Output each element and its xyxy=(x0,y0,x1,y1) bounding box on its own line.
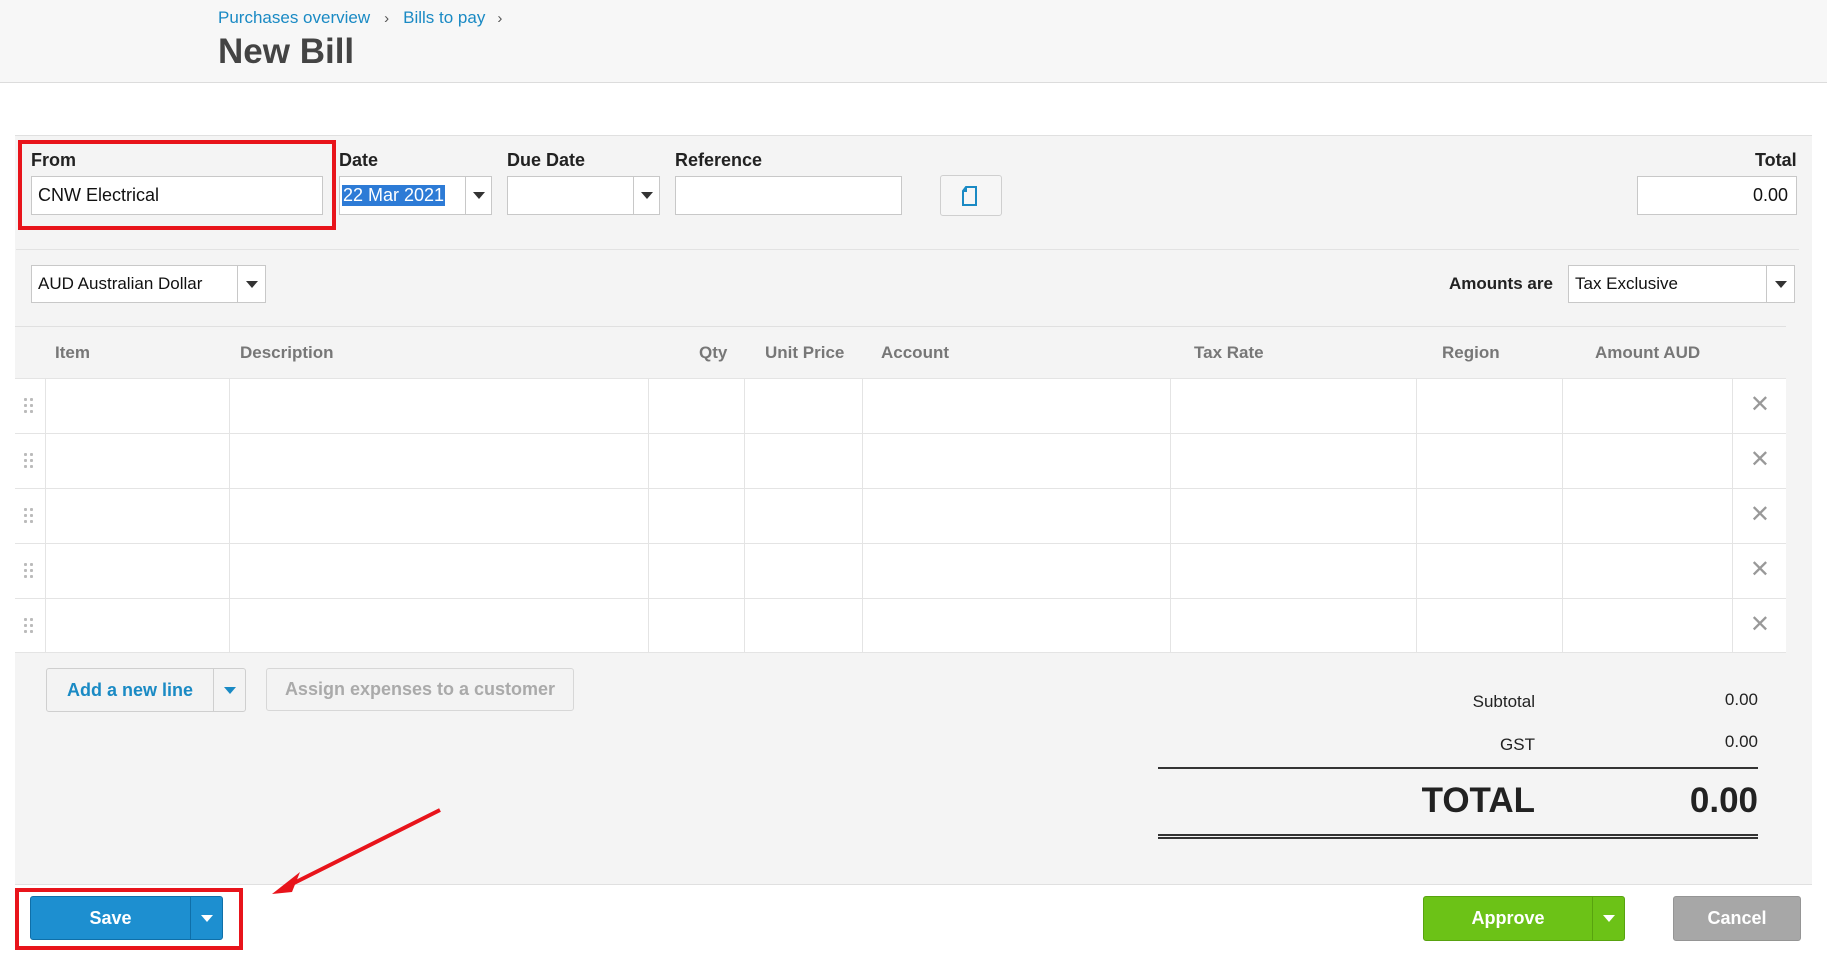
annotation-arrow xyxy=(272,808,441,894)
close-icon[interactable]: ✕ xyxy=(1750,503,1770,527)
drag-handle-icon[interactable] xyxy=(24,508,34,524)
drag-handle-icon[interactable] xyxy=(24,453,34,469)
add-line-options-button[interactable] xyxy=(213,669,245,711)
cancel-button[interactable]: Cancel xyxy=(1673,896,1801,941)
date-value: 22 Mar 2021 xyxy=(342,185,446,206)
grand-total-value: 0.00 xyxy=(1689,781,1758,820)
date-label: Date xyxy=(339,150,379,170)
due-date-field[interactable] xyxy=(507,176,660,215)
table-row[interactable]: ✕ xyxy=(15,543,1786,598)
approve-label: Approve xyxy=(1471,908,1545,928)
breadcrumb-separator: › xyxy=(497,9,503,27)
caret-down-icon xyxy=(1602,915,1615,922)
reference-field[interactable] xyxy=(675,176,902,215)
add-new-line-label: Add a new line xyxy=(66,679,194,700)
table-row[interactable]: ✕ xyxy=(15,433,1786,488)
table-row[interactable]: ✕ xyxy=(15,378,1786,433)
table-header: Item Description Qty Unit Price Account … xyxy=(15,326,1786,378)
add-new-line-button[interactable]: Add a new line xyxy=(46,668,246,712)
header-tax-rate: Tax Rate xyxy=(1194,343,1264,362)
gst-label: GST xyxy=(1500,735,1535,754)
total-label: Total xyxy=(1755,150,1797,170)
gst-value: 0.00 xyxy=(1724,732,1758,751)
table-row[interactable]: ✕ xyxy=(15,598,1786,653)
currency-value: AUD Australian Dollar xyxy=(38,274,203,293)
caret-down-icon xyxy=(472,192,485,199)
approve-options-button[interactable] xyxy=(1592,897,1624,940)
assign-expenses-label: Assign expenses to a customer xyxy=(284,679,556,699)
amounts-are-select[interactable]: Tax Exclusive xyxy=(1568,265,1795,303)
grand-total-label: TOTAL xyxy=(1421,781,1535,820)
caret-down-icon xyxy=(1774,280,1787,288)
reference-label: Reference xyxy=(675,150,763,170)
close-icon[interactable]: ✕ xyxy=(1750,613,1770,637)
annotation-highlight-save xyxy=(15,888,243,950)
breadcrumb-purchases-overview[interactable]: Purchases overview xyxy=(218,8,370,28)
page-title: New Bill xyxy=(218,32,355,71)
drag-handle-icon[interactable] xyxy=(24,398,34,414)
header-qty: Qty xyxy=(699,343,728,362)
header-unit-price: Unit Price xyxy=(765,343,845,362)
assign-expenses-button[interactable]: Assign expenses to a customer xyxy=(266,668,574,711)
divider xyxy=(16,249,1799,250)
subtotal-value: 0.00 xyxy=(1724,690,1758,709)
date-picker-button[interactable] xyxy=(465,177,491,214)
amounts-are-label: Amounts are xyxy=(1449,274,1553,293)
amounts-are-dropdown-button[interactable] xyxy=(1766,266,1794,302)
total-field[interactable]: 0.00 xyxy=(1637,176,1797,215)
cancel-label: Cancel xyxy=(1707,908,1767,928)
annotation-highlight-from xyxy=(18,140,336,230)
date-field[interactable]: 22 Mar 2021 xyxy=(339,176,492,215)
due-date-picker-button[interactable] xyxy=(633,177,659,214)
header-amount: Amount AUD xyxy=(1595,343,1701,362)
totals-double-rule xyxy=(1158,834,1758,839)
line-items-table: Item Description Qty Unit Price Account … xyxy=(15,326,1786,653)
breadcrumb-bills-to-pay[interactable]: Bills to pay xyxy=(403,8,485,28)
table-row[interactable]: ✕ xyxy=(15,488,1786,543)
breadcrumb: Purchases overview › Bills to pay › xyxy=(218,8,502,28)
breadcrumb-separator: › xyxy=(384,9,390,27)
drag-handle-icon[interactable] xyxy=(24,563,34,579)
header-region: Region xyxy=(1442,343,1500,362)
copy-button[interactable] xyxy=(940,175,1002,216)
header-description: Description xyxy=(240,343,334,362)
header-item: Item xyxy=(55,343,90,362)
close-icon[interactable]: ✕ xyxy=(1750,393,1770,417)
close-icon[interactable]: ✕ xyxy=(1750,558,1770,582)
totals-divider xyxy=(1158,767,1758,769)
copy-icon xyxy=(962,185,977,206)
currency-select[interactable]: AUD Australian Dollar xyxy=(31,265,266,303)
drag-handle-icon[interactable] xyxy=(24,618,34,634)
total-value: 0.00 xyxy=(1752,185,1788,205)
currency-dropdown-button[interactable] xyxy=(237,266,265,302)
header-account: Account xyxy=(881,343,949,362)
due-date-label: Due Date xyxy=(507,150,586,170)
amounts-are-value: Tax Exclusive xyxy=(1575,274,1678,293)
caret-down-icon xyxy=(640,192,653,199)
close-icon[interactable]: ✕ xyxy=(1750,448,1770,472)
caret-down-icon xyxy=(245,280,258,288)
page-header: Purchases overview › Bills to pay › New … xyxy=(0,0,1827,83)
approve-button[interactable]: Approve xyxy=(1423,896,1625,941)
subtotal-label: Subtotal xyxy=(1472,692,1535,711)
caret-down-icon xyxy=(223,686,236,694)
